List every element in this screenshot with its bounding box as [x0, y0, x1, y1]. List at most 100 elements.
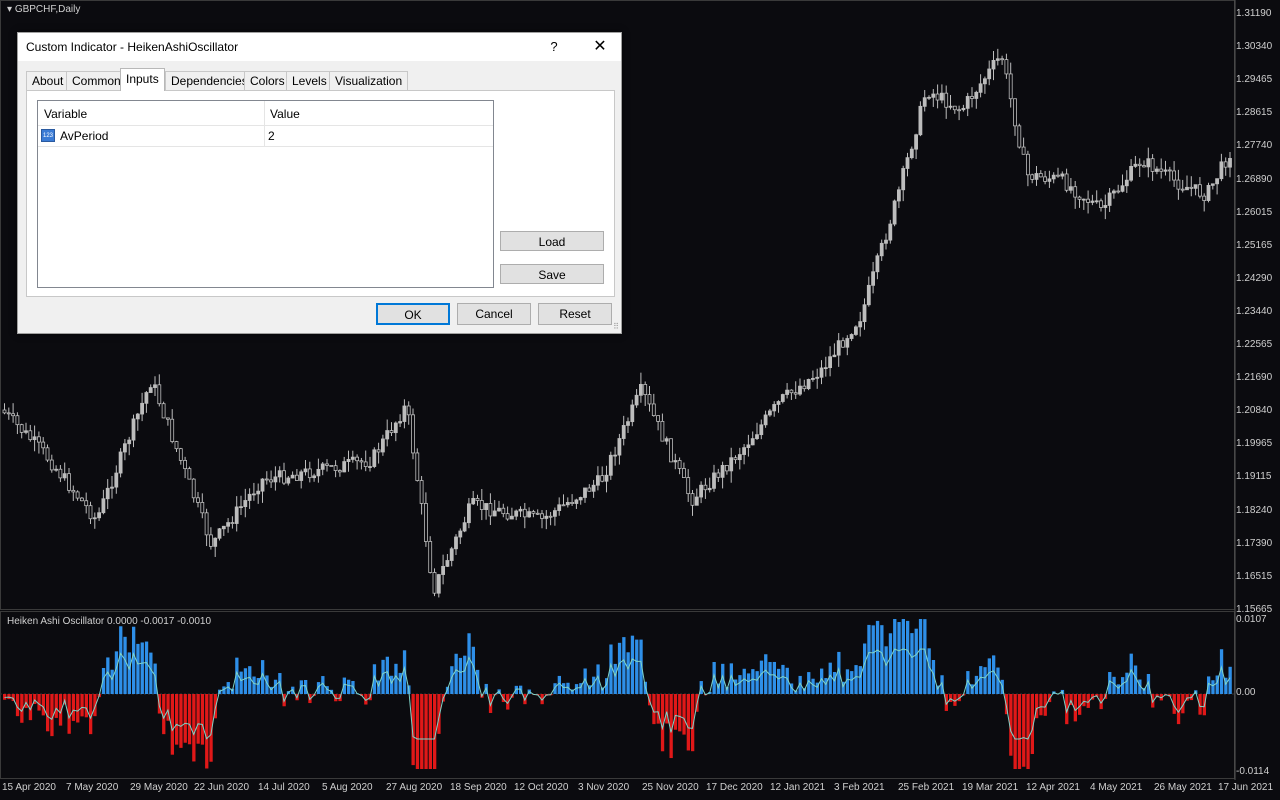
inputs-table[interactable]: Variable Value 123 AvPeriod 2 [37, 100, 494, 288]
tab-inputs[interactable]: Inputs [120, 68, 165, 91]
variable-value[interactable]: 2 [268, 129, 275, 143]
candle-body [1137, 163, 1142, 166]
column-header-variable[interactable]: Variable [44, 107, 87, 121]
candle-body [28, 430, 33, 441]
candle-body [432, 572, 437, 594]
candle-body [656, 415, 660, 422]
candle-body [105, 487, 110, 500]
candle-body [673, 460, 678, 463]
oscillator-bar-positive [119, 626, 123, 694]
candle-body [918, 105, 923, 136]
candle-body [1026, 153, 1030, 176]
candle-body [1047, 178, 1052, 182]
oscillator-bar-negative [424, 694, 428, 769]
candle-body [914, 134, 918, 150]
candle-body [183, 460, 188, 470]
candle-body [1202, 195, 1207, 201]
candle-body [97, 512, 101, 519]
price-tick-label: 1.21690 [1236, 372, 1273, 384]
save-button[interactable]: Save [500, 264, 604, 284]
oscillator-bar-positive [1211, 680, 1215, 694]
oscillator-bar-positive [252, 676, 256, 694]
date-tick-label: 19 Mar 2021 [962, 782, 1019, 793]
column-separator[interactable] [264, 101, 265, 125]
candle-body [995, 58, 1000, 61]
candle-body [484, 503, 489, 510]
candle-body [1189, 186, 1194, 189]
candle-body [1004, 59, 1009, 75]
resize-grip-icon[interactable]: ⠿ [613, 322, 619, 331]
candle-body [1129, 165, 1133, 181]
candle-body [372, 449, 377, 467]
candle-body [716, 472, 721, 478]
candle-body [221, 525, 226, 530]
candle-body [329, 465, 334, 467]
candle-body [1056, 174, 1060, 177]
candle-body [239, 506, 243, 509]
candle-body [385, 430, 390, 440]
candle-body [49, 459, 54, 471]
oscillator-bar-positive [914, 628, 918, 694]
candle-body [828, 356, 832, 369]
candle-body [471, 498, 476, 505]
tab-visualization[interactable]: Visualization [329, 71, 409, 90]
candle-body [707, 487, 712, 491]
dialog-titlebar[interactable]: Custom Indicator - HeikenAshiOscillator … [18, 33, 621, 61]
candle-body [1051, 174, 1056, 180]
oscillator-bar-negative [80, 694, 84, 717]
candle-body [501, 507, 506, 515]
candle-body [1193, 184, 1198, 189]
reset-button[interactable]: Reset [538, 303, 612, 325]
candle-body [1215, 178, 1219, 185]
candle-body [514, 510, 519, 517]
candle-body [445, 560, 450, 567]
oscillator-bar-positive [863, 643, 867, 694]
tab-colors[interactable]: Colors [244, 71, 291, 90]
candle-body [204, 512, 209, 536]
symbol-dropdown-icon[interactable]: ▾ [7, 4, 12, 15]
candle-body [415, 452, 420, 481]
tab-common[interactable]: Common [66, 71, 127, 90]
candle-body [720, 464, 725, 478]
oscillator-bar-negative [76, 694, 80, 723]
oscillator-tick-label: 0.00 [1236, 687, 1256, 698]
load-button[interactable]: Load [500, 231, 604, 251]
price-tick-label: 1.19965 [1236, 438, 1273, 450]
candle-body [290, 474, 295, 479]
oscillator-bar-positive [772, 661, 776, 694]
symbol-label: ▾ GBPCHF,Daily [7, 4, 80, 15]
candle-body [1112, 190, 1116, 194]
candle-body [725, 464, 729, 472]
price-tick-label: 1.25165 [1236, 239, 1273, 251]
tab-levels[interactable]: Levels [286, 71, 333, 90]
oscillator-bar-negative [1039, 694, 1043, 716]
candle-body [1223, 161, 1228, 168]
oscillator-bar-positive [871, 625, 875, 694]
oscillator-bar-positive [734, 679, 738, 694]
column-header-value[interactable]: Value [270, 107, 300, 121]
tab-dependencies[interactable]: Dependencies [165, 71, 254, 90]
oscillator-bar-positive [127, 652, 131, 694]
candle-body [243, 500, 248, 508]
candle-body [583, 487, 587, 498]
candle-body [368, 466, 372, 468]
tab-about[interactable]: About [26, 71, 70, 90]
candle-body [639, 384, 643, 396]
candle-body [411, 414, 415, 454]
candle-body [174, 441, 179, 450]
candle-body [449, 548, 454, 561]
candle-body [643, 384, 648, 396]
ok-button[interactable]: OK [376, 303, 450, 325]
cancel-button[interactable]: Cancel [457, 303, 531, 325]
candle-body [380, 438, 385, 453]
close-icon[interactable]: ✕ [588, 37, 612, 57]
candle-body [161, 403, 166, 419]
candle-body [634, 394, 639, 406]
help-button[interactable]: ? [542, 37, 566, 57]
candle-body [37, 436, 41, 443]
oscillator-bar-positive [884, 646, 888, 694]
custom-indicator-dialog: Custom Indicator - HeikenAshiOscillator … [17, 32, 622, 334]
table-row[interactable]: 123 AvPeriod 2 [38, 126, 493, 147]
candle-body [596, 475, 600, 486]
candle-body [1198, 184, 1202, 197]
